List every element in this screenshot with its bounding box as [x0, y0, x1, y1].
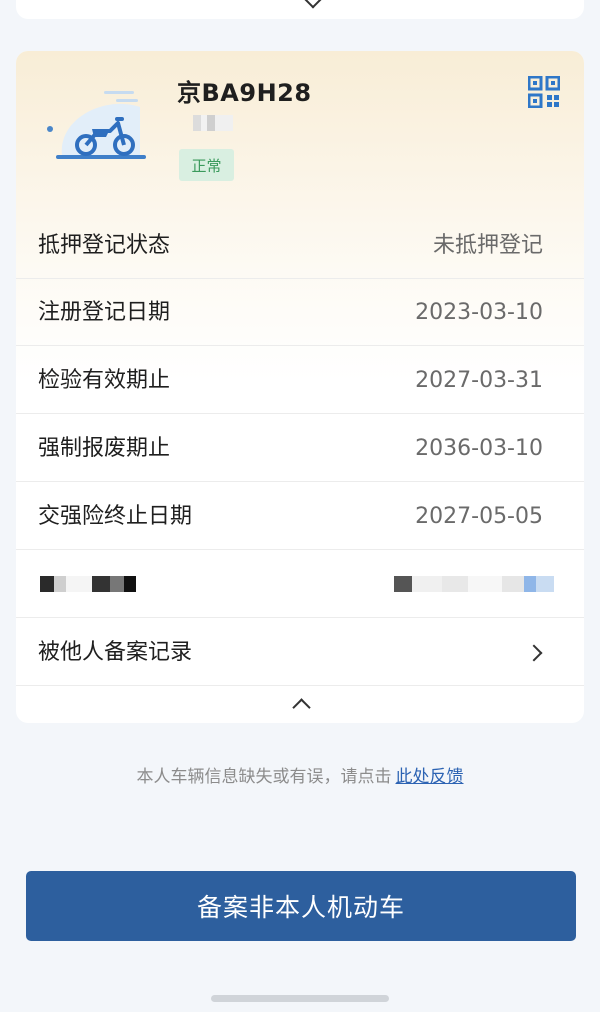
feedback-line: 本人车辆信息缺失或有误，请点击 此处反馈: [0, 762, 600, 787]
other-filing-records-row[interactable]: 被他人备案记录: [16, 619, 584, 686]
masked-label: [40, 576, 136, 592]
register-other-vehicle-button[interactable]: 备案非本人机动车: [26, 871, 576, 941]
detail-row-scrap-deadline: 强制报废期止 2036-03-10: [16, 415, 584, 482]
detail-label: 强制报废期止: [38, 436, 171, 461]
motorcycle-icon: [47, 91, 146, 159]
status-badge: 正常: [179, 149, 234, 181]
feedback-link[interactable]: 此处反馈: [396, 767, 464, 787]
detail-value: 2027-03-31: [415, 368, 543, 393]
detail-label: 检验有效期止: [38, 368, 171, 393]
chevron-right-icon: [525, 644, 543, 662]
detail-row-inspection-valid-until: 检验有效期止 2027-03-31: [16, 347, 584, 414]
masked-vehicle-subtitle: [193, 115, 233, 131]
detail-value: 2027-05-05: [415, 504, 543, 529]
masked-value: [394, 576, 554, 592]
detail-row-masked: [16, 551, 584, 618]
feedback-text: 本人车辆信息缺失或有误，请点击: [136, 767, 392, 787]
vehicle-card: 京BA9H28 正常 抵押登记状态 未抵押登记 注册登记日期 2023-03-1…: [16, 51, 584, 723]
expand-chevron-icon[interactable]: [304, 0, 322, 9]
detail-row-mortgage-status: 抵押登记状态 未抵押登记: [16, 212, 584, 279]
detail-value: 未抵押登记: [432, 233, 543, 258]
plate-number: 京BA9H28: [177, 79, 312, 107]
detail-row-insurance-end-date: 交强险终止日期 2027-05-05: [16, 483, 584, 550]
previous-card: [16, 0, 584, 19]
detail-row-registration-date: 注册登记日期 2023-03-10: [16, 279, 584, 346]
detail-label: 交强险终止日期: [38, 504, 193, 529]
detail-value: 2036-03-10: [415, 436, 543, 461]
collapse-chevron-icon[interactable]: [292, 698, 311, 717]
detail-value: 2023-03-10: [415, 300, 543, 325]
detail-label: 注册登记日期: [38, 300, 171, 325]
home-indicator: [211, 995, 389, 1002]
qr-code-icon[interactable]: [528, 76, 560, 108]
detail-label: 抵押登记状态: [38, 233, 171, 258]
other-filing-records-label: 被他人备案记录: [38, 640, 193, 665]
